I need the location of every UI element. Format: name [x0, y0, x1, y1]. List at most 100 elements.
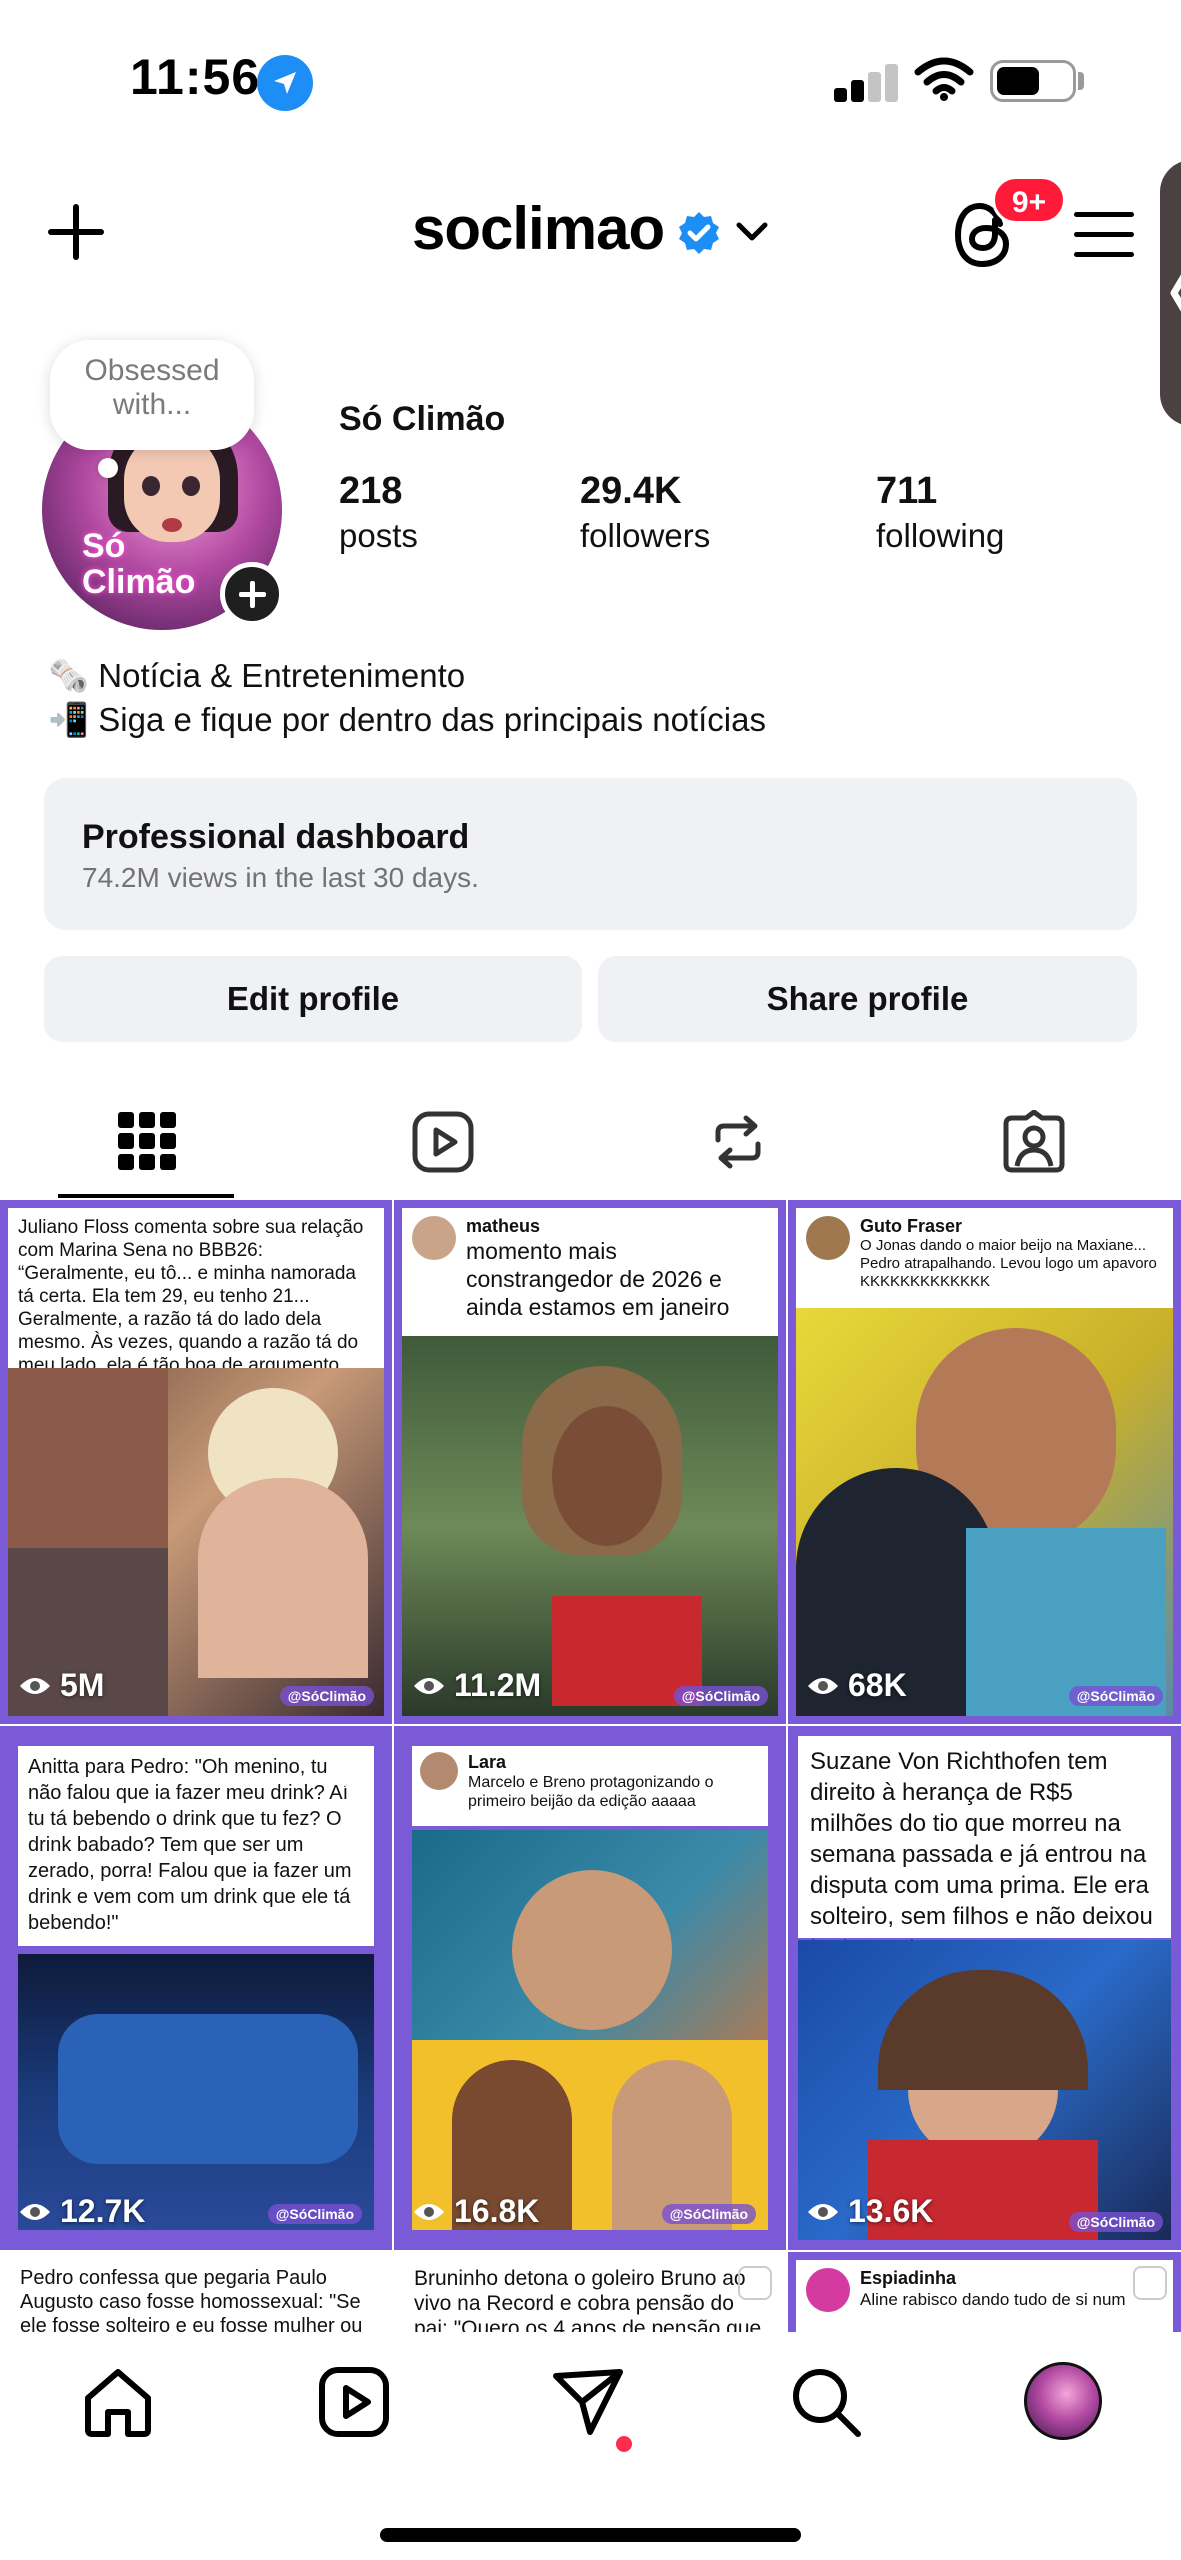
- display-name: Só Climão: [339, 400, 506, 438]
- profile-tabs: [0, 1090, 1181, 1198]
- grid-post[interactable]: Pedro confessa que pegaria Paulo Augusto…: [0, 2252, 392, 2332]
- reel-indicator-icon: [1133, 1214, 1167, 1248]
- repost-icon: [715, 1115, 761, 1169]
- reel-indicator-icon: [738, 2266, 772, 2300]
- battery-tip: [1078, 72, 1084, 90]
- tab-reposts[interactable]: [590, 1090, 885, 1198]
- professional-dashboard[interactable]: Professional dashboard 74.2M views in th…: [44, 778, 1137, 930]
- cellular-signal-icon: [834, 62, 900, 102]
- post-author: Espiadinha: [860, 2268, 957, 2288]
- profile-tab-avatar[interactable]: [1024, 2362, 1102, 2440]
- view-count: 5M: [18, 1667, 104, 1704]
- reels-icon: [412, 1111, 474, 1173]
- following-label: following: [876, 517, 1005, 554]
- grid-post[interactable]: Anitta para Pedro: "Oh menino, tu não fa…: [0, 1726, 392, 2250]
- post-author: matheus: [466, 1216, 541, 1236]
- account-switch-chevron-icon[interactable]: [735, 220, 769, 244]
- post-caption: Suzane Von Richthofen tem direito à hera…: [810, 1748, 1153, 1961]
- profile-bio: 🗞️ Notícia & Entretenimento 📲 Siga e fiq…: [48, 654, 766, 742]
- post-watermark: @SóClimão: [279, 1686, 374, 1706]
- edit-profile-button[interactable]: Edit profile: [44, 956, 582, 1042]
- chevron-left-icon: [1170, 274, 1181, 312]
- notification-badge[interactable]: 9+: [992, 176, 1066, 224]
- followers-stat[interactable]: 29.4K followers: [580, 470, 710, 555]
- following-count: 711: [876, 470, 938, 512]
- post-caption: Pedro confessa que pegaria Paulo Augusto…: [20, 2267, 363, 2332]
- active-tab-indicator: [58, 1194, 234, 1198]
- view-count: 12.7K: [18, 2193, 145, 2230]
- followers-label: followers: [580, 517, 711, 554]
- reel-indicator-icon: [1129, 1744, 1163, 1778]
- reels-icon[interactable]: [314, 2362, 394, 2442]
- account-username[interactable]: soclimao: [412, 194, 665, 263]
- post-author-avatar: [806, 1216, 850, 1260]
- search-icon[interactable]: [786, 2362, 866, 2442]
- post-caption: Anitta para Pedro: "Oh menino, tu não fa…: [28, 1756, 352, 1934]
- wifi-icon: [914, 57, 974, 101]
- tagged-icon: [1003, 1110, 1065, 1173]
- eye-icon: [20, 2203, 50, 2220]
- grid-post[interactable]: Espiadinha Aline rabisco dando tudo de s…: [788, 2252, 1181, 2332]
- view-count: 68K: [806, 1667, 907, 1704]
- add-story-button[interactable]: [220, 562, 284, 626]
- eye-icon: [808, 1677, 838, 1694]
- location-icon: [257, 55, 313, 111]
- dashboard-title: Professional dashboard: [82, 818, 470, 856]
- eye-icon: [414, 2203, 444, 2220]
- grid-icon: [118, 1112, 176, 1170]
- posts-grid: Juliano Floss comenta sobre sua relação …: [0, 1200, 1181, 2332]
- grid-post[interactable]: Guto Fraser O Jonas dando o maior beijo …: [788, 1200, 1181, 1724]
- reel-indicator-icon: [728, 1752, 762, 1786]
- post-watermark: @SóClimão: [267, 2204, 362, 2224]
- posts-label: posts: [339, 517, 418, 554]
- grid-post[interactable]: matheus momento mais constrangedor de 20…: [394, 1200, 786, 1724]
- verified-icon: [679, 212, 719, 254]
- tab-grid[interactable]: [0, 1090, 295, 1198]
- tab-reels[interactable]: [295, 1090, 590, 1198]
- battery-icon: [990, 60, 1076, 102]
- grid-post[interactable]: Juliano Floss comenta sobre sua relação …: [0, 1200, 392, 1724]
- direct-message-icon[interactable]: [548, 2362, 628, 2442]
- create-button[interactable]: [46, 202, 106, 262]
- bio-line: 🗞️ Notícia & Entretenimento: [48, 657, 466, 694]
- home-indicator[interactable]: [380, 2528, 801, 2542]
- note-bubble-tail: [98, 458, 118, 478]
- followers-count: 29.4K: [580, 470, 682, 512]
- eye-icon: [414, 1677, 444, 1694]
- posts-count: 218: [339, 470, 403, 512]
- reel-indicator-icon: [334, 1752, 368, 1786]
- post-watermark: @SóClimão: [1068, 2212, 1163, 2232]
- bio-line: 📲 Siga e fique por dentro das principais…: [48, 701, 766, 738]
- dashboard-subtitle: 74.2M views in the last 30 days.: [82, 862, 479, 893]
- bottom-navigation: [0, 2332, 1181, 2560]
- profile-header: soclimao 9+: [0, 170, 1181, 290]
- side-panel-handle[interactable]: [1160, 160, 1181, 426]
- post-caption: Marcelo e Breno protagonizando o primeir…: [468, 1774, 714, 1810]
- view-count: 13.6K: [806, 2193, 933, 2230]
- post-caption: momento mais constrangedor de 2026 e ain…: [466, 1238, 730, 1320]
- tab-tagged[interactable]: [886, 1090, 1181, 1198]
- note-text-line: Obsessed: [84, 354, 220, 387]
- home-icon[interactable]: [78, 2362, 158, 2442]
- eye-icon: [20, 1677, 50, 1694]
- post-watermark: @SóClimão: [661, 2204, 756, 2224]
- following-stat[interactable]: 711 following: [876, 470, 1004, 555]
- posts-stat[interactable]: 218 posts: [339, 470, 418, 555]
- post-author: Guto Fraser: [860, 1216, 963, 1236]
- grid-post[interactable]: Bruninho detona o goleiro Bruno ao vivo …: [394, 2252, 786, 2332]
- grid-post[interactable]: Lara Marcelo e Breno protagonizando o pr…: [394, 1726, 786, 2250]
- view-count: 11.2M: [412, 1667, 541, 1704]
- menu-icon[interactable]: [1074, 210, 1134, 260]
- share-profile-button[interactable]: Share profile: [598, 956, 1137, 1042]
- reel-indicator-icon: [1133, 2266, 1167, 2300]
- avatar-logo: Só Climão: [82, 527, 196, 601]
- post-watermark: @SóClimão: [673, 1686, 768, 1706]
- view-count: 16.8K: [412, 2193, 539, 2230]
- post-author: Lara: [468, 1752, 507, 1772]
- post-watermark: @SóClimão: [1068, 1686, 1163, 1706]
- post-caption: Aline rabisco dando tudo de si num: [860, 2290, 1126, 2309]
- post-author-avatar: [806, 2268, 850, 2312]
- grid-post[interactable]: Suzane Von Richthofen tem direito à hera…: [788, 1726, 1181, 2250]
- status-bar: 11:56: [0, 0, 1181, 160]
- profile-note-bubble[interactable]: Obsessed with...: [50, 340, 254, 450]
